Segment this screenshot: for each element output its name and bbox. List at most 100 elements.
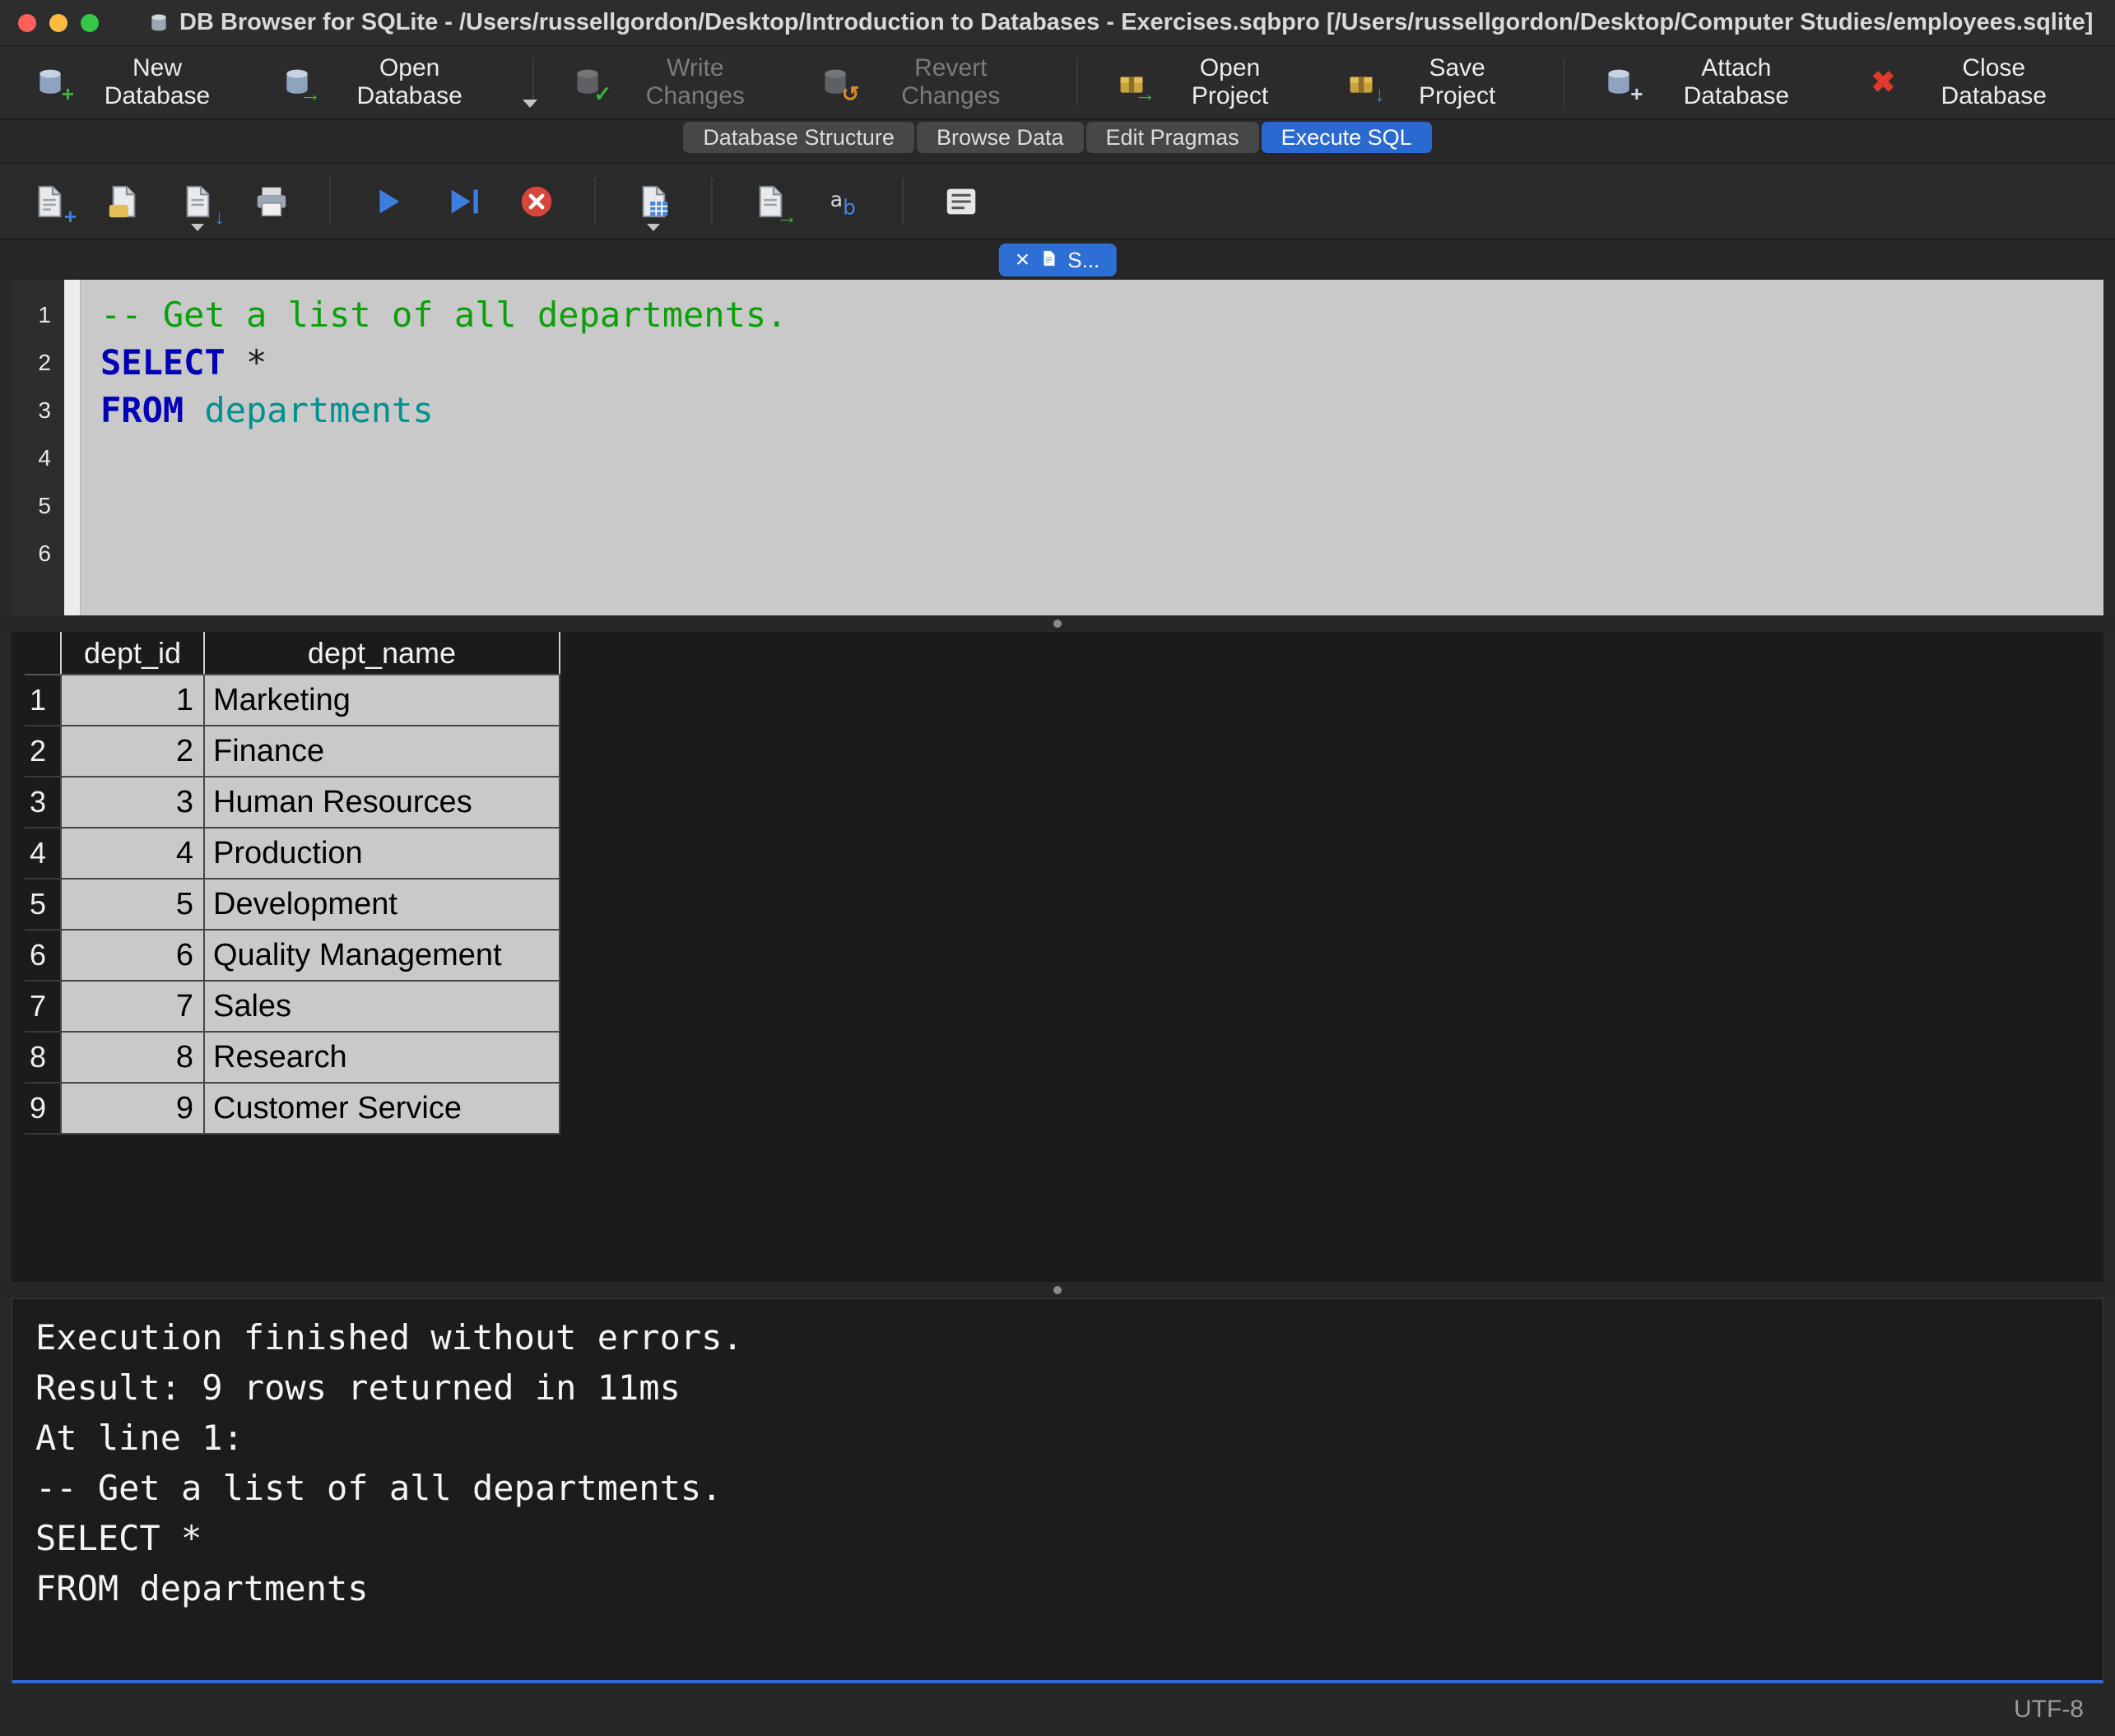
save-results-button[interactable]: [627, 175, 680, 228]
cell-dept-id[interactable]: 5: [61, 879, 204, 930]
cell-dept-id[interactable]: 9: [61, 1083, 204, 1134]
log-line: FROM departments: [35, 1563, 2103, 1613]
execute-current-line-button[interactable]: [436, 175, 489, 228]
toolbar-separator: [329, 178, 331, 225]
code-line[interactable]: SELECT *: [100, 339, 2103, 387]
line-number: 3: [38, 387, 51, 434]
save-results-dropdown-icon[interactable]: [647, 224, 660, 231]
result-row[interactable]: 55Development: [25, 879, 560, 930]
cell-dept-name[interactable]: Development: [204, 879, 560, 930]
row-number[interactable]: 9: [25, 1083, 61, 1134]
sql-file-icon: [1039, 249, 1058, 272]
close-sql-tab-icon[interactable]: ×: [1016, 248, 1030, 272]
results-header-row: dept_id dept_name: [25, 632, 560, 675]
open-project-button[interactable]: → Open Project: [1099, 55, 1318, 109]
db-browser-window: DB Browser for SQLite - /Users/russellgo…: [0, 0, 2115, 1736]
toolbar-separator: [1076, 58, 1078, 106]
cell-dept-id[interactable]: 8: [61, 1032, 204, 1083]
code-line[interactable]: FROM departments: [100, 387, 2103, 434]
tab-browse-data[interactable]: Browse Data: [917, 122, 1084, 153]
save-project-button[interactable]: ↓ Save Project: [1329, 55, 1543, 109]
minimize-window-button[interactable]: [49, 14, 67, 32]
export-results-button[interactable]: →: [744, 175, 797, 228]
row-number[interactable]: 8: [25, 1032, 61, 1083]
cell-dept-id[interactable]: 4: [61, 828, 204, 879]
row-number[interactable]: 1: [25, 675, 61, 726]
write-changes-button[interactable]: ✓ Write Changes: [555, 55, 792, 109]
cell-dept-name[interactable]: Customer Service: [204, 1083, 560, 1134]
cell-dept-id[interactable]: 2: [61, 726, 204, 777]
result-row[interactable]: 66Quality Management: [25, 930, 560, 981]
cell-dept-name[interactable]: Sales: [204, 981, 560, 1032]
sql-editor[interactable]: 123456 -- Get a list of all departments.…: [12, 280, 2103, 615]
encoding-selector[interactable]: UTF-8: [2014, 1696, 2084, 1724]
close-database-button[interactable]: ✖ Close Database: [1854, 55, 2097, 109]
result-row[interactable]: 33Human Resources: [25, 777, 560, 828]
line-number: 4: [38, 434, 51, 482]
column-header-dept-name[interactable]: dept_name: [204, 632, 560, 675]
result-row[interactable]: 11Marketing: [25, 675, 560, 726]
button-label: Save Project: [1388, 54, 1527, 110]
row-number[interactable]: 5: [25, 879, 61, 930]
cell-dept-id[interactable]: 1: [61, 675, 204, 726]
cell-dept-id[interactable]: 6: [61, 930, 204, 981]
cell-dept-id[interactable]: 3: [61, 777, 204, 828]
stop-execution-button[interactable]: [510, 175, 563, 228]
sql-editor-tab[interactable]: × S...: [999, 244, 1117, 276]
open-database-dropdown-icon[interactable]: [523, 100, 537, 108]
tab-edit-pragmas[interactable]: Edit Pragmas: [1086, 122, 1259, 153]
editor-gutter: 123456: [12, 280, 64, 615]
execute-all-button[interactable]: [362, 175, 415, 228]
result-row[interactable]: 99Customer Service: [25, 1083, 560, 1134]
tab-execute-sql[interactable]: Execute SQL: [1262, 122, 1432, 153]
cell-dept-name[interactable]: Marketing: [204, 675, 560, 726]
editor-code[interactable]: -- Get a list of all departments.SELECT …: [81, 280, 2103, 615]
window-title: DB Browser for SQLite - /Users/russellgo…: [179, 9, 2093, 36]
cell-dept-name[interactable]: Quality Management: [204, 930, 560, 981]
sql-editor-tab-bar: × S...: [0, 240, 2115, 280]
open-sql-file-button[interactable]: [97, 175, 150, 228]
row-number[interactable]: 4: [25, 828, 61, 879]
result-row[interactable]: 44Production: [25, 828, 560, 879]
execution-log-panel[interactable]: Execution finished without errors.Result…: [12, 1298, 2103, 1683]
save-sql-file-button[interactable]: ↓: [171, 175, 224, 228]
column-header-dept-id[interactable]: dept_id: [61, 632, 204, 675]
result-row[interactable]: 77Sales: [25, 981, 560, 1032]
svg-text:a: a: [830, 187, 843, 211]
database-close-icon: ✖: [1871, 67, 1895, 97]
row-number[interactable]: 7: [25, 981, 61, 1032]
cell-dept-id[interactable]: 7: [61, 981, 204, 1032]
results-corner-cell[interactable]: [25, 632, 61, 675]
results-log-splitter[interactable]: [0, 1282, 2115, 1298]
cell-dept-name[interactable]: Human Resources: [204, 777, 560, 828]
result-row[interactable]: 88Research: [25, 1032, 560, 1083]
main-toolbar: + New Database → Open Database ✓ Write C…: [0, 46, 2115, 120]
cell-dept-name[interactable]: Production: [204, 828, 560, 879]
toolbar-separator: [902, 178, 904, 225]
stop-icon: [518, 183, 555, 220]
open-database-button[interactable]: → Open Database: [265, 55, 511, 109]
row-number[interactable]: 2: [25, 726, 61, 777]
cell-dept-name[interactable]: Research: [204, 1032, 560, 1083]
row-number[interactable]: 6: [25, 930, 61, 981]
print-button[interactable]: [245, 175, 298, 228]
zoom-window-button[interactable]: [81, 14, 99, 32]
new-database-button[interactable]: + New Database: [18, 55, 253, 109]
button-label: Attach Database: [1646, 54, 1826, 110]
log-output: Execution finished without errors.Result…: [35, 1312, 2103, 1613]
sql-toolbar: + ↓: [0, 162, 2115, 240]
cell-dept-name[interactable]: Finance: [204, 726, 560, 777]
edit-text-button[interactable]: ab: [818, 175, 871, 228]
new-sql-file-button[interactable]: +: [23, 175, 76, 228]
save-sql-dropdown-icon[interactable]: [191, 224, 204, 231]
row-number[interactable]: 3: [25, 777, 61, 828]
toolbar-separator: [594, 178, 596, 225]
editor-results-splitter[interactable]: [0, 615, 2115, 632]
revert-changes-button[interactable]: ↺ Revert Changes: [803, 55, 1055, 109]
result-row[interactable]: 22Finance: [25, 726, 560, 777]
tab-database-structure[interactable]: Database Structure: [683, 122, 914, 153]
close-window-button[interactable]: [18, 14, 36, 32]
attach-database-button[interactable]: + Attach Database: [1587, 55, 1843, 109]
code-line[interactable]: -- Get a list of all departments.: [100, 291, 2103, 339]
toggle-results-pane-button[interactable]: [935, 175, 988, 228]
